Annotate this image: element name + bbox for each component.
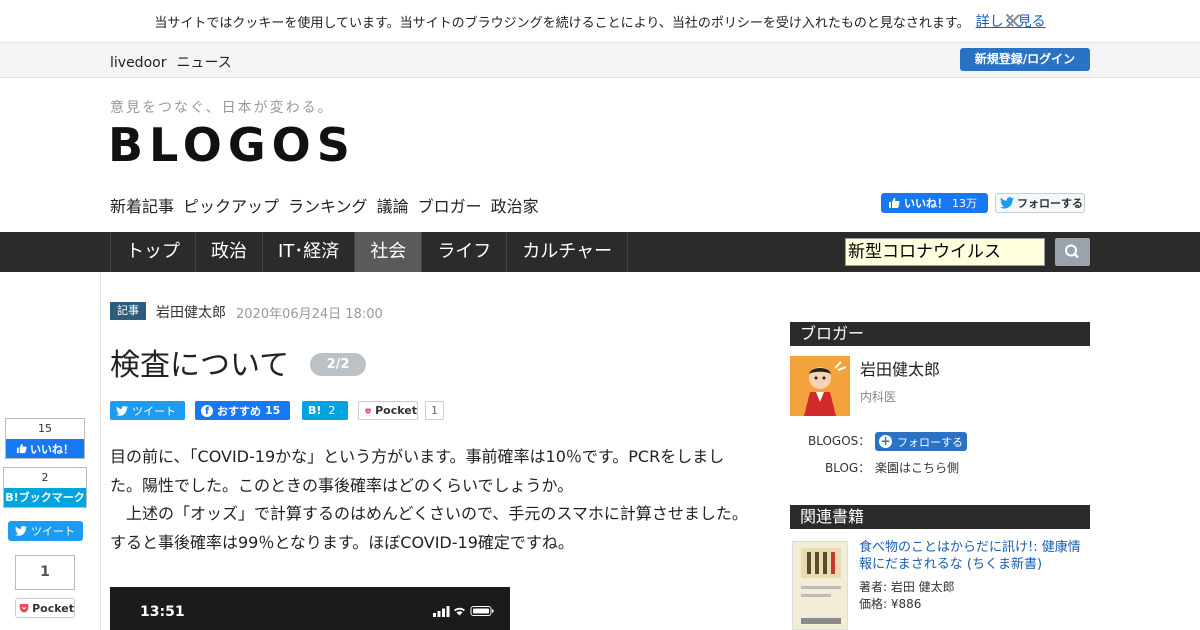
article-author[interactable]: 岩田健太郎: [156, 302, 226, 322]
cookie-banner: 当サイトではクッキーを使用しています。当サイトのブラウジングを続けることにより、…: [0, 0, 1200, 43]
blogos-label: BLOGOS：: [808, 434, 871, 448]
tweet-label: ツイート: [132, 404, 176, 418]
subnav-discussion[interactable]: 議論: [377, 193, 409, 217]
livedoor-news-link[interactable]: livedoor ニュース: [110, 52, 242, 72]
tab-top[interactable]: トップ: [111, 232, 196, 272]
plus-icon: +: [879, 434, 892, 448]
left-pocket-button[interactable]: Pocket: [15, 598, 75, 618]
fb-recommend-count: 15: [265, 404, 281, 417]
cookie-message: 当サイトではクッキーを使用しています。当サイトのブラウジングを続けることにより、…: [154, 15, 970, 31]
twitter-follow-button[interactable]: フォローする: [995, 193, 1085, 213]
article-title: 検査について: [110, 348, 290, 383]
article-body: 目の前に、「COVID-19かな」という方がいます。事前確率は10％です。PCR…: [110, 443, 755, 557]
pocket-label: Pocket: [375, 404, 417, 417]
top-strip: livedoor ニュース 新規登録/ログイン: [0, 43, 1200, 78]
left-fb-count: 15: [38, 422, 52, 435]
facebook-like-button[interactable]: いいね！ 13万: [881, 193, 988, 213]
tab-it-economy[interactable]: IT･経済: [263, 232, 356, 272]
search-icon: [1065, 244, 1079, 259]
article-paragraph: 目の前に、「COVID-19かな」という方がいます。事前確率は10％です。PCR…: [110, 447, 725, 495]
left-tweet-label: ツイート: [31, 525, 75, 538]
hatena-count: 2: [328, 404, 336, 417]
blogger-role: 内科医: [860, 390, 897, 404]
follow-label: フォローする: [897, 435, 963, 449]
tab-life[interactable]: ライフ: [422, 232, 508, 272]
pocket-count: 1: [425, 401, 444, 420]
blogos-logo[interactable]: BLOGOS: [108, 118, 356, 172]
close-icon[interactable]: [1004, 12, 1022, 30]
phone-screenshot-image: 13:51: [110, 587, 510, 630]
book-price: 価格: ¥886: [859, 597, 922, 611]
phone-status-icons: [433, 606, 494, 617]
tab-society[interactable]: 社会: [355, 232, 423, 272]
signup-login-button[interactable]: 新規登録/ログイン: [960, 48, 1090, 71]
subnav-bloggers[interactable]: ブロガー: [418, 193, 482, 217]
avatar-illustration: [790, 356, 850, 416]
pocket-icon: [19, 604, 29, 613]
twitter-bird-icon: [116, 405, 128, 416]
brand-news: ニュース: [176, 55, 232, 71]
subnav-pickup[interactable]: ピックアップ: [183, 193, 279, 217]
brand-livedoor: livedoor: [110, 55, 167, 71]
phone-clock: 13:51: [140, 604, 185, 620]
left-tweet-button[interactable]: ツイート: [8, 521, 83, 541]
follow-button[interactable]: + フォローする: [875, 432, 967, 451]
article-date: 2020年06月24日 18:00: [236, 307, 383, 322]
sidebar-heading-blogger: ブロガー: [790, 322, 1090, 346]
book-cover-image[interactable]: [792, 541, 848, 630]
facebook-icon: f: [201, 404, 213, 417]
blogger-avatar[interactable]: [790, 356, 850, 416]
sub-navigation: 新着記事 ピックアップ ランキング 議論 ブロガー 政治家: [110, 193, 539, 217]
main-navigation: トップ 政治 IT･経済 社会 ライフ カルチャー 新型コロナウイルス: [0, 232, 1200, 272]
blog-name-link[interactable]: 楽園はこちら側: [875, 459, 959, 476]
left-hatena-bookmark[interactable]: 2 B!ブックマーク: [3, 467, 87, 508]
thumbs-up-icon: [16, 443, 27, 454]
sidebar-heading-books: 関連書籍: [790, 505, 1090, 529]
search-input[interactable]: 新型コロナウイルス: [845, 238, 1045, 266]
book-title-link[interactable]: 食べ物のことはからだに訊け!: 健康情報にだまされるな (ちくま新書): [859, 539, 1089, 573]
article-paragraph: 上述の「オッズ」で計算するのはめんどくさいので、手元のスマホに計算させました。す…: [110, 504, 748, 552]
tab-politics[interactable]: 政治: [196, 232, 263, 272]
page-indicator: 2/2: [310, 353, 366, 376]
twitter-bird-icon: [1000, 197, 1014, 209]
left-fb-label: いいね！: [30, 442, 74, 456]
subnav-politicians[interactable]: 政治家: [491, 193, 539, 217]
tweet-button[interactable]: ツイート: [110, 401, 185, 420]
left-facebook-like[interactable]: 15 いいね！: [5, 418, 85, 459]
book-cover-art: [793, 542, 847, 629]
hatena-b-icon: B!: [308, 404, 322, 417]
left-pocket-label: Pocket: [32, 601, 74, 615]
blogger-name[interactable]: 岩田健太郎: [860, 356, 940, 380]
fb-like-label: いいね！: [904, 197, 948, 210]
subnav-ranking[interactable]: ランキング: [288, 193, 368, 217]
pocket-button[interactable]: Pocket: [358, 401, 418, 420]
twitter-bird-icon: [15, 526, 27, 536]
hatena-bookmark-button[interactable]: B! 2: [302, 401, 348, 420]
fb-like-count: 13万: [952, 197, 977, 210]
fb-recommend-label: おすすめ: [217, 404, 261, 418]
facebook-recommend-button[interactable]: f おすすめ 15: [195, 401, 290, 420]
subnav-new[interactable]: 新着記事: [110, 193, 174, 217]
article-type-badge: 記事: [110, 302, 146, 320]
search-button[interactable]: [1055, 238, 1090, 266]
left-pocket-count: 1: [15, 555, 75, 590]
blog-label: BLOG：: [825, 461, 871, 475]
pocket-icon: [365, 408, 371, 414]
tab-culture[interactable]: カルチャー: [507, 232, 629, 272]
left-hb-label: ブックマーク: [18, 491, 85, 504]
hatena-b-icon: B!: [5, 491, 19, 504]
left-hb-count: 2: [41, 471, 49, 484]
book-author: 著者: 岩田 健太郎: [859, 580, 955, 594]
thumbs-up-icon: [889, 198, 900, 208]
column-divider: [100, 272, 101, 630]
tw-follow-label: フォローする: [1017, 197, 1083, 210]
tagline: 意見をつなぐ、日本が変わる。: [110, 100, 334, 116]
